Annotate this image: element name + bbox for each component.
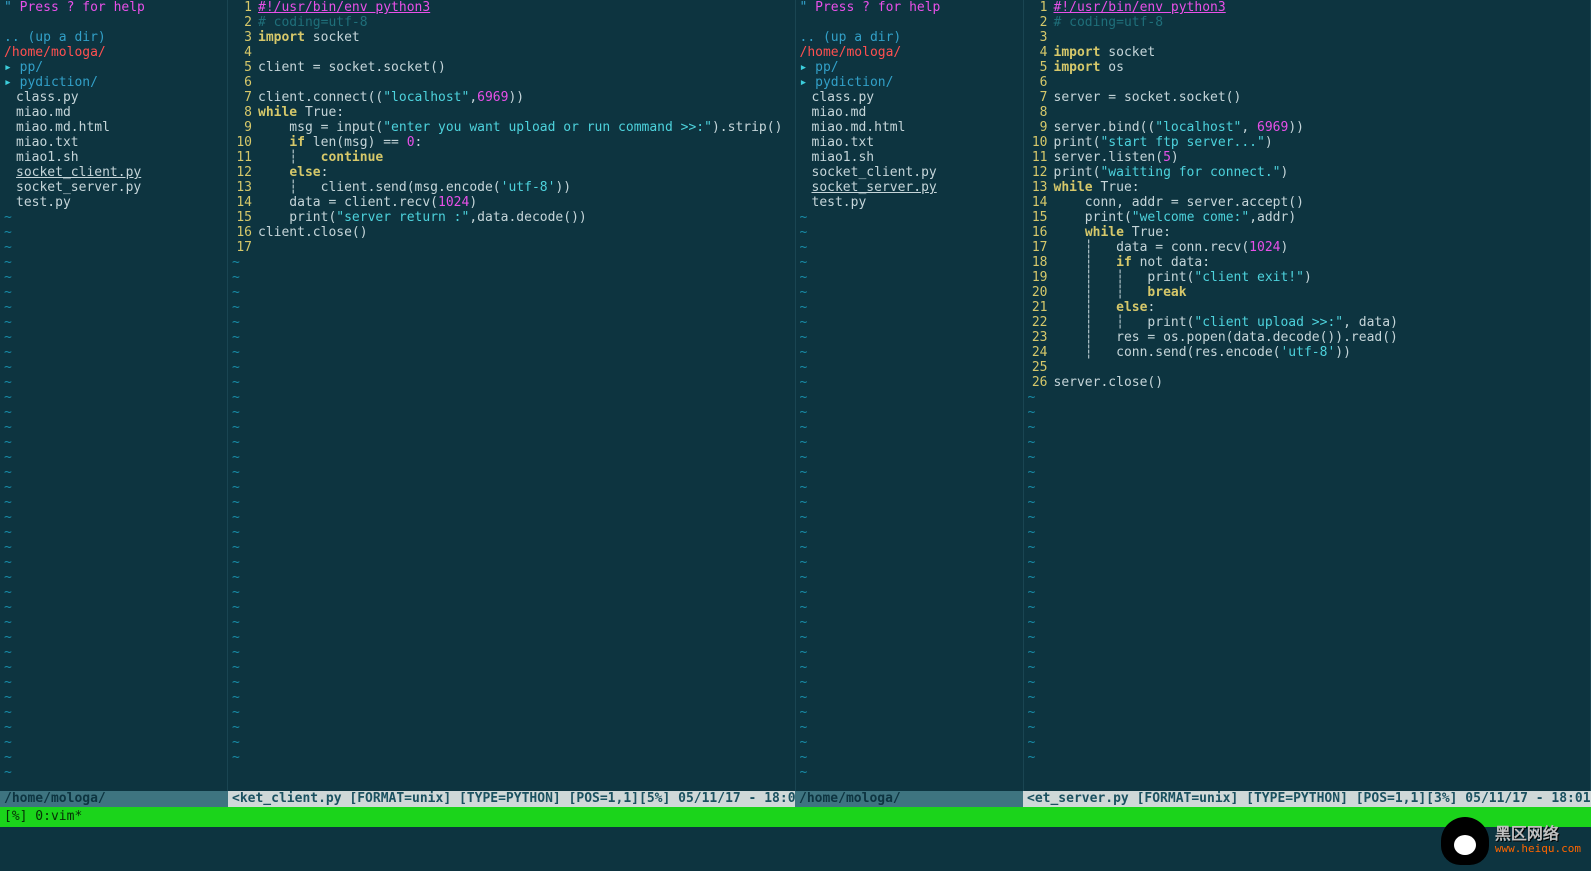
code-line[interactable]: import os bbox=[1054, 60, 1591, 75]
code-line[interactable]: #!/usr/bin/env python3 bbox=[1054, 0, 1591, 15]
nerdtree-file[interactable]: miao.txt bbox=[800, 135, 1019, 150]
code-line[interactable]: while True: bbox=[1054, 225, 1591, 240]
status-bar-row: /home/mologa/ <ket_client.py [FORMAT=uni… bbox=[0, 791, 1591, 807]
watermark-url: www.heiqu.com bbox=[1495, 841, 1581, 856]
nerdtree-up-dir[interactable]: .. (up a dir) bbox=[800, 30, 1019, 45]
status-nerdtree-left: /home/mologa/ bbox=[0, 791, 228, 807]
status-nerdtree-right: /home/mologa/ bbox=[795, 791, 1023, 807]
code-line[interactable]: ┆ conn.send(res.encode('utf-8')) bbox=[1054, 345, 1591, 360]
code-line[interactable]: ┆ else: bbox=[1054, 300, 1591, 315]
nerdtree-tildes: ~~~~~~~~~~~~~~~~~~~~~~~~~~~~~~~~~~~~~~ bbox=[796, 210, 1023, 780]
code-line[interactable]: else: bbox=[258, 165, 795, 180]
nerdtree-listing: .. (up a dir)/home/mologa/▸ pp/▸ pydicti… bbox=[0, 30, 227, 210]
code-line[interactable] bbox=[258, 240, 795, 255]
nerdtree-file[interactable]: class.py bbox=[4, 90, 223, 105]
nerdtree-file[interactable]: miao.md.html bbox=[800, 120, 1019, 135]
code-line[interactable] bbox=[1054, 30, 1591, 45]
nerdtree-file[interactable]: test.py bbox=[4, 195, 223, 210]
code-line[interactable]: client = socket.socket() bbox=[258, 60, 795, 75]
code-line[interactable]: server.bind(("localhost", 6969)) bbox=[1054, 120, 1591, 135]
code-line[interactable]: ┆ data = conn.recv(1024) bbox=[1054, 240, 1591, 255]
code-line[interactable]: client.close() bbox=[258, 225, 795, 240]
code-line[interactable]: while True: bbox=[1054, 180, 1591, 195]
code-line[interactable] bbox=[1054, 75, 1591, 90]
code-line[interactable]: import socket bbox=[1054, 45, 1591, 60]
nerdtree-file[interactable]: miao.md bbox=[800, 105, 1019, 120]
code-area[interactable]: #!/usr/bin/env python3# coding=utf-8impo… bbox=[258, 0, 795, 791]
nerdtree-cwd[interactable]: /home/mologa/ bbox=[4, 45, 223, 60]
code-line[interactable]: server = socket.socket() bbox=[1054, 90, 1591, 105]
code-line[interactable]: while True: bbox=[258, 105, 795, 120]
watermark-name: 黑区网络 bbox=[1495, 826, 1581, 841]
code-line[interactable]: ┆ if not data: bbox=[1054, 255, 1591, 270]
code-line[interactable]: print("welcome come:",addr) bbox=[1054, 210, 1591, 225]
code-line[interactable]: conn, addr = server.accept() bbox=[1054, 195, 1591, 210]
nerdtree-cwd[interactable]: /home/mologa/ bbox=[800, 45, 1019, 60]
nerdtree-help: " Press ? for help bbox=[0, 0, 227, 15]
editor-pane[interactable]: 1234567891011121314151617#!/usr/bin/env … bbox=[228, 0, 795, 791]
code-line[interactable]: if len(msg) == 0: bbox=[258, 135, 795, 150]
nerdtree-dir[interactable]: ▸ pydiction/ bbox=[4, 75, 223, 90]
tmux-status-bar[interactable]: [%] 0:vim* bbox=[0, 807, 1591, 827]
status-editor-left: <ket_client.py [FORMAT=unix] [TYPE=PYTHO… bbox=[228, 791, 795, 807]
nerdtree-listing: .. (up a dir)/home/mologa/▸ pp/▸ pydicti… bbox=[796, 30, 1023, 210]
code-line[interactable]: import socket bbox=[258, 30, 795, 45]
vim-split-container: " Press ? for help.. (up a dir)/home/mol… bbox=[0, 0, 1591, 791]
code-line[interactable]: server.close() bbox=[1054, 375, 1591, 390]
nerdtree-file[interactable]: test.py bbox=[800, 195, 1019, 210]
code-line[interactable]: client.connect(("localhost",6969)) bbox=[258, 90, 795, 105]
nerdtree-dir[interactable]: ▸ pydiction/ bbox=[800, 75, 1019, 90]
code-line[interactable]: ┆ ┆ break bbox=[1054, 285, 1591, 300]
editor-pane[interactable]: 1234567891011121314151617181920212223242… bbox=[1024, 0, 1591, 791]
nerdtree-file[interactable]: miao1.sh bbox=[800, 150, 1019, 165]
code-line[interactable]: # coding=utf-8 bbox=[1054, 15, 1591, 30]
code-line[interactable] bbox=[1054, 105, 1591, 120]
nerdtree-pane[interactable]: " Press ? for help .. (up a dir)/home/mol… bbox=[0, 0, 228, 791]
code-line[interactable]: ┆ ┆ print("client exit!") bbox=[1054, 270, 1591, 285]
code-area[interactable]: #!/usr/bin/env python3# coding=utf-8 impo… bbox=[1054, 0, 1591, 791]
nerdtree-tildes: ~~~~~~~~~~~~~~~~~~~~~~~~~~~~~~~~~~~~~~ bbox=[0, 210, 227, 780]
code-line[interactable] bbox=[1054, 360, 1591, 375]
nerdtree-file[interactable]: socket_server.py bbox=[800, 180, 1019, 195]
code-line[interactable]: #!/usr/bin/env python3 bbox=[258, 0, 795, 15]
code-line[interactable]: msg = input("enter you want upload or ru… bbox=[258, 120, 795, 135]
nerdtree-dir[interactable]: ▸ pp/ bbox=[800, 60, 1019, 75]
nerdtree-file[interactable]: socket_client.py bbox=[800, 165, 1019, 180]
nerdtree-file[interactable]: class.py bbox=[800, 90, 1019, 105]
code-line[interactable]: data = client.recv(1024) bbox=[258, 195, 795, 210]
status-editor-right: <et_server.py [FORMAT=unix] [TYPE=PYTHON… bbox=[1023, 791, 1591, 807]
nerdtree-file[interactable]: socket_client.py bbox=[4, 165, 223, 180]
nerdtree-file[interactable]: socket_server.py bbox=[4, 180, 223, 195]
editor-tildes: ~~~~~~~~~~~~~~~~~~~~~~~~~~~~~~~~~~ bbox=[228, 255, 240, 765]
nerdtree-pane[interactable]: " Press ? for help .. (up a dir)/home/mol… bbox=[796, 0, 1024, 791]
nerdtree-help: " Press ? for help bbox=[796, 0, 1023, 15]
nerdtree-file[interactable]: miao1.sh bbox=[4, 150, 223, 165]
code-line[interactable]: print("start ftp server...") bbox=[1054, 135, 1591, 150]
nerdtree-file[interactable]: miao.md.html bbox=[4, 120, 223, 135]
code-line[interactable]: # coding=utf-8 bbox=[258, 15, 795, 30]
nerdtree-dir[interactable]: ▸ pp/ bbox=[4, 60, 223, 75]
code-line[interactable]: ┆ ┆ print("client upload >>:", data) bbox=[1054, 315, 1591, 330]
code-line[interactable] bbox=[258, 45, 795, 60]
code-line[interactable]: ┆ res = os.popen(data.decode()).read() bbox=[1054, 330, 1591, 345]
code-line[interactable]: server.listen(5) bbox=[1054, 150, 1591, 165]
nerdtree-file[interactable]: miao.txt bbox=[4, 135, 223, 150]
nerdtree-up-dir[interactable]: .. (up a dir) bbox=[4, 30, 223, 45]
code-line[interactable]: ┆ client.send(msg.encode('utf-8')) bbox=[258, 180, 795, 195]
editor-tildes: ~~~~~~~~~~~~~~~~~~~~~~~~~ bbox=[1024, 390, 1036, 765]
code-line[interactable]: print("waitting for connect.") bbox=[1054, 165, 1591, 180]
code-line[interactable]: ┆ continue bbox=[258, 150, 795, 165]
code-line[interactable]: print("server return :",data.decode()) bbox=[258, 210, 795, 225]
code-line[interactable] bbox=[258, 75, 795, 90]
nerdtree-file[interactable]: miao.md bbox=[4, 105, 223, 120]
